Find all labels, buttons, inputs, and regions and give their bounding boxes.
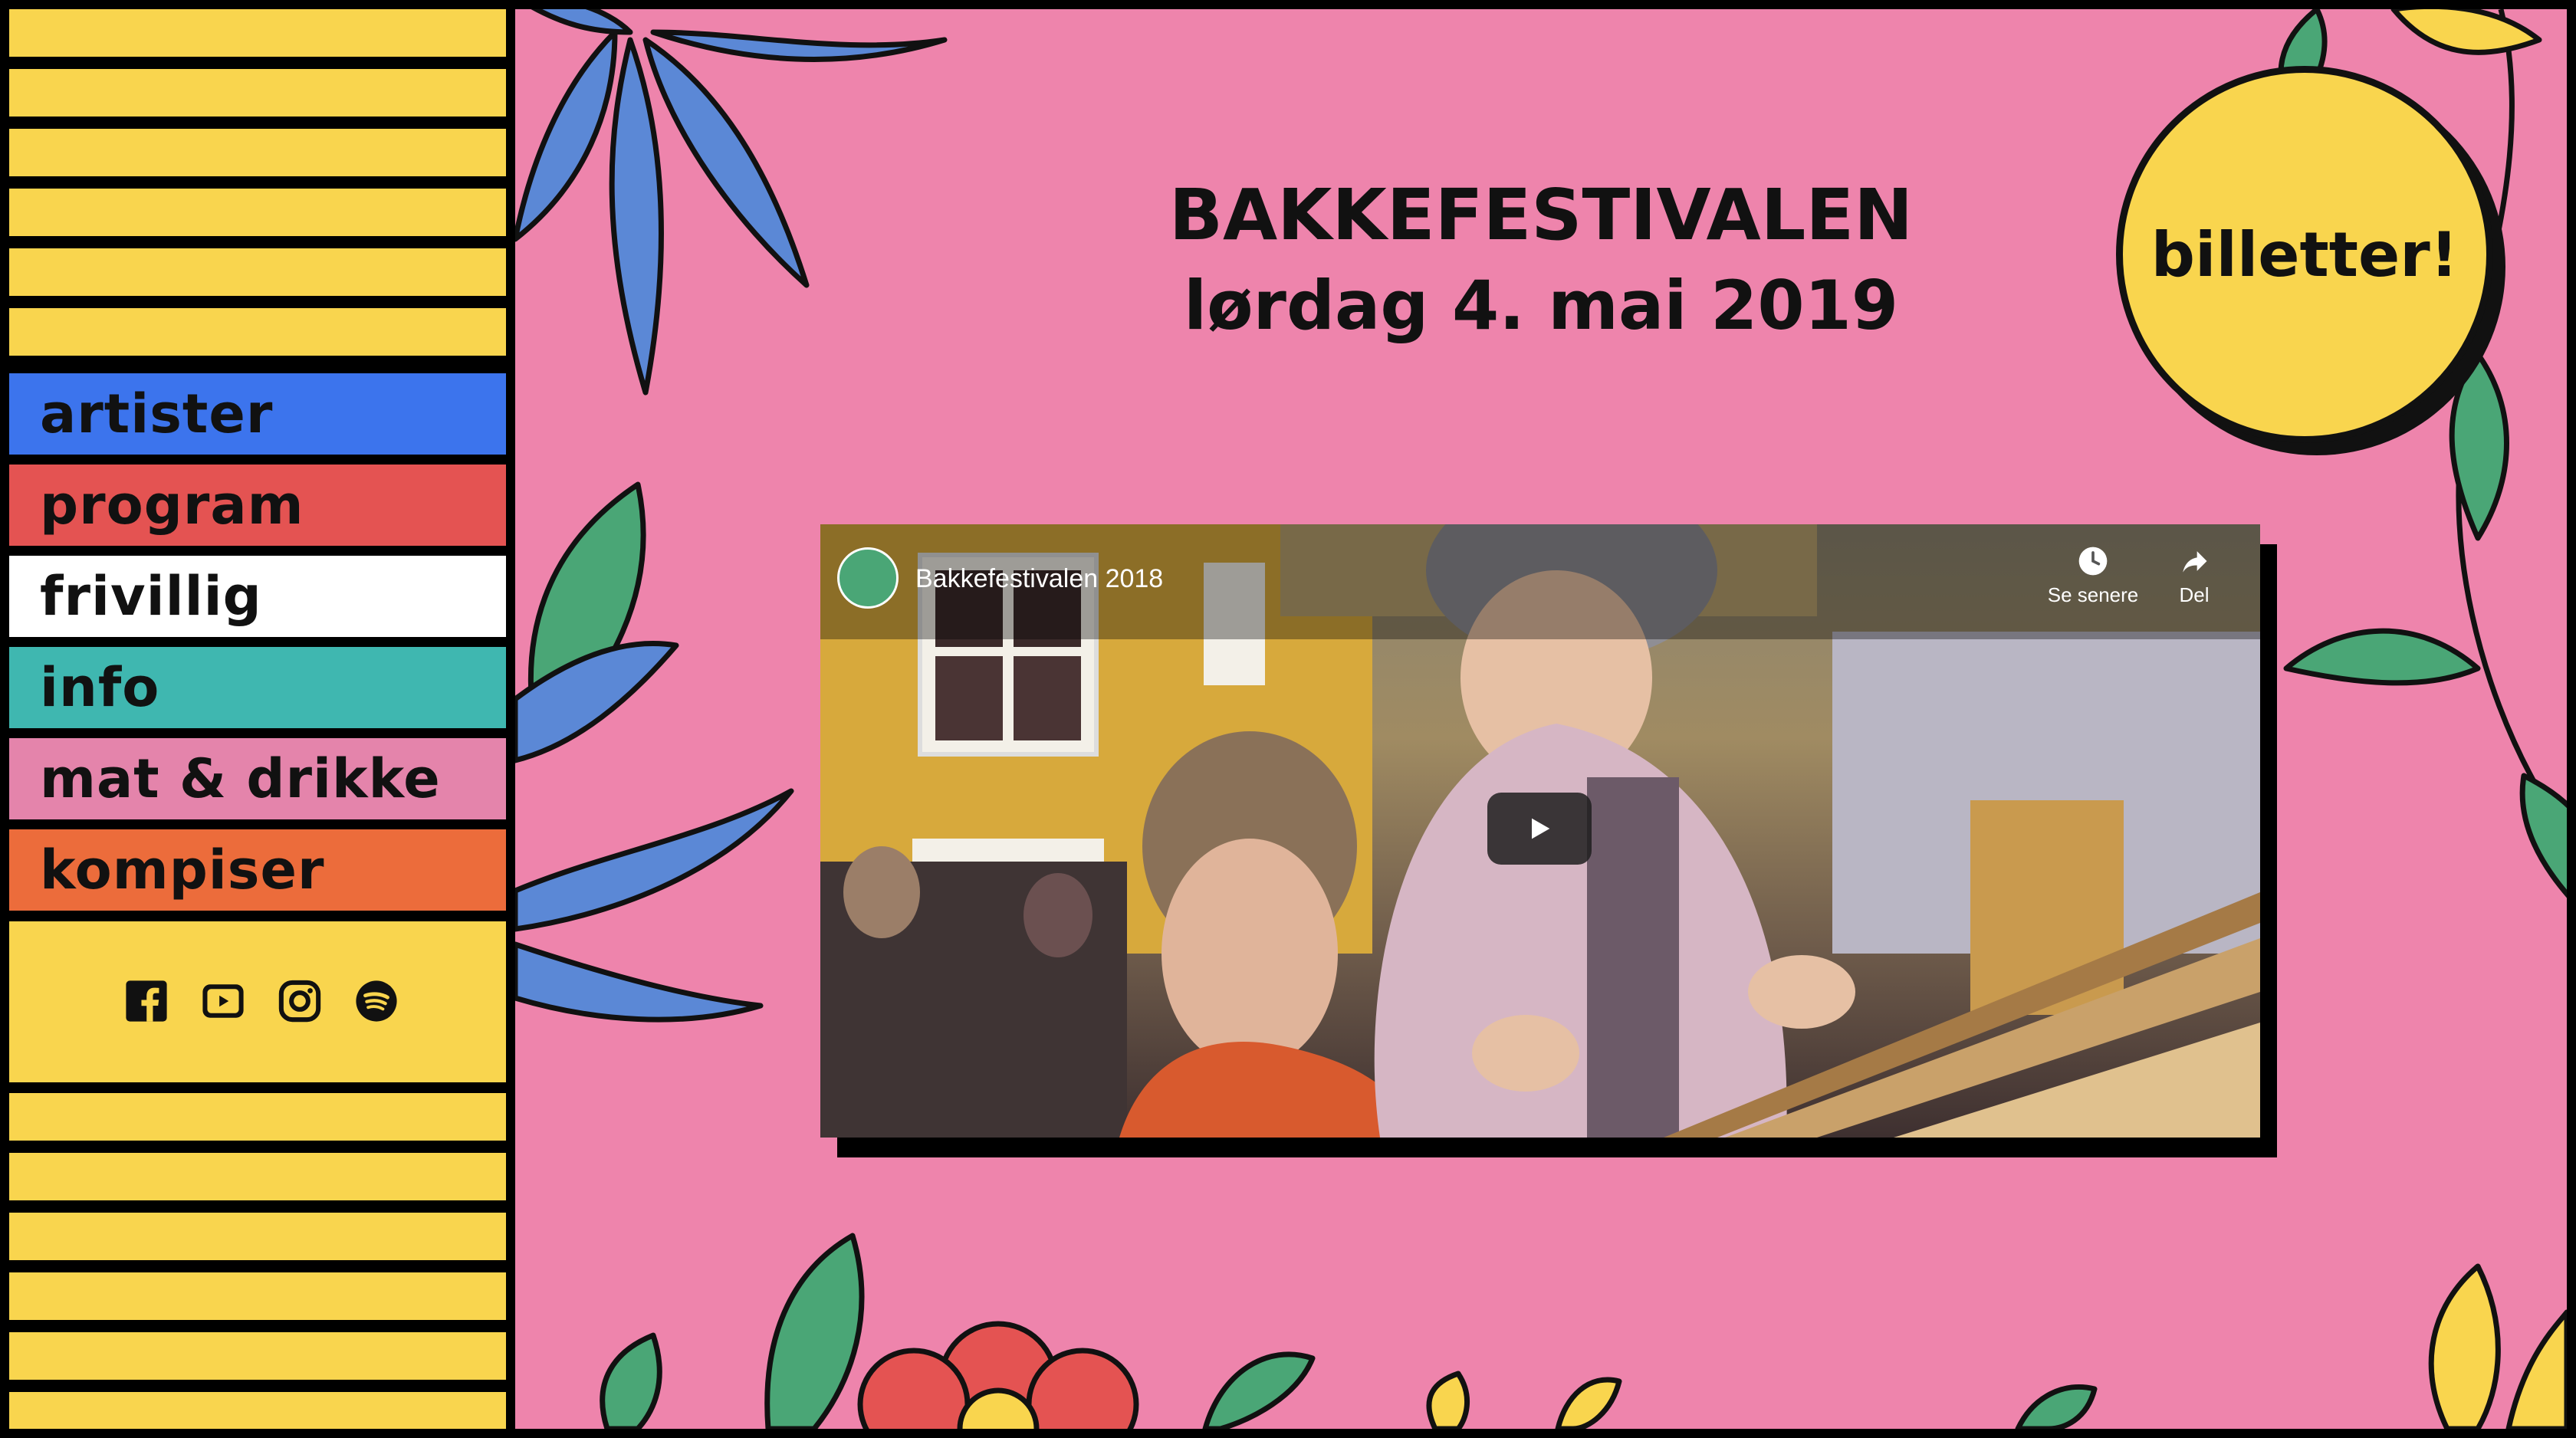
nav-item-label: frivillig xyxy=(40,565,262,628)
decor-stripe xyxy=(9,248,506,296)
tickets-label: billetter! xyxy=(2150,218,2459,291)
nav-item-label: program xyxy=(40,474,304,537)
social-links xyxy=(9,921,506,1082)
channel-logo[interactable] xyxy=(837,547,899,609)
tickets-button[interactable]: billetter! xyxy=(2116,66,2493,443)
youtube-icon[interactable] xyxy=(201,979,245,1023)
share-icon xyxy=(2183,551,2207,573)
nav-item-frivillig[interactable]: frivillig xyxy=(9,556,506,637)
nav-item-artister[interactable]: artister xyxy=(9,373,506,455)
decor-stripe xyxy=(9,9,506,57)
watch-later-button[interactable]: Se senere xyxy=(2047,544,2139,607)
main-area: BAKKEFESTIVALEN lørdag 4. mai 2019 bille… xyxy=(515,9,2567,1429)
video-title[interactable]: Bakkefestivalen 2018 xyxy=(915,564,1163,594)
decor-stripe xyxy=(9,1332,506,1380)
watch-later-label: Se senere xyxy=(2047,583,2139,606)
decor-stripe xyxy=(9,1272,506,1320)
nav-item-kompiser[interactable]: kompiser xyxy=(9,829,506,911)
sidebar: artister program frivillig info mat & dr… xyxy=(9,9,506,1429)
decor-stripe xyxy=(9,1153,506,1200)
nav-item-label: artister xyxy=(40,382,274,445)
video-player[interactable]: Bakkefestivalen 2018 Se senere Del xyxy=(820,524,2260,1138)
decor-stripe xyxy=(9,69,506,117)
share-label: Del xyxy=(2179,583,2210,606)
clock-icon xyxy=(2078,547,2108,576)
decor-stripe xyxy=(9,1213,506,1260)
decor-stripe xyxy=(9,129,506,176)
share-button[interactable]: Del xyxy=(2148,544,2240,607)
decor-stripe xyxy=(9,1392,506,1429)
nav-item-label: mat & drikke xyxy=(40,747,441,810)
facebook-icon[interactable] xyxy=(124,979,169,1023)
nav-item-label: kompiser xyxy=(40,839,325,901)
spotify-icon[interactable] xyxy=(354,979,399,1023)
page: artister program frivillig info mat & dr… xyxy=(0,0,2576,1438)
nav-item-mat-drikke[interactable]: mat & drikke xyxy=(9,738,506,819)
play-icon xyxy=(1532,818,1550,839)
decor-stripe xyxy=(9,189,506,236)
play-button[interactable] xyxy=(1487,793,1592,865)
instagram-icon[interactable] xyxy=(278,979,322,1023)
decor-stripe xyxy=(9,308,506,356)
nav-item-info[interactable]: info xyxy=(9,647,506,728)
decor-stripe xyxy=(9,1093,506,1141)
nav-item-program[interactable]: program xyxy=(9,465,506,546)
nav-item-label: info xyxy=(40,656,160,719)
